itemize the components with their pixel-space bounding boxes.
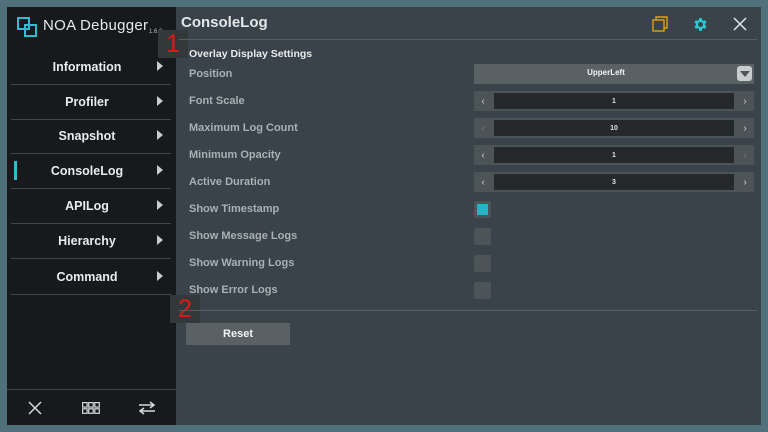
window-mode-button[interactable] <box>648 13 672 35</box>
min-opacity-label: Minimum Opacity <box>189 149 281 161</box>
close-icon <box>28 401 42 415</box>
font-scale-stepper: ‹ 1 › <box>474 91 754 111</box>
font-scale-label: Font Scale <box>189 95 245 107</box>
active-duration-field[interactable]: 3 <box>494 174 734 190</box>
page-title: ConsoleLog <box>181 14 268 31</box>
decrement-button[interactable]: ‹ <box>474 91 492 111</box>
divider <box>11 294 171 295</box>
increment-button[interactable]: › <box>736 172 754 192</box>
swap-arrows-icon <box>138 401 156 415</box>
sidebar-item-information[interactable]: Information <box>11 50 171 83</box>
increment-button[interactable]: › <box>736 91 754 111</box>
close-icon <box>733 17 747 31</box>
show-timestamp-label: Show Timestamp <box>189 203 280 215</box>
sidebar-item-hierarchy[interactable]: Hierarchy <box>11 224 171 257</box>
chevron-right-icon <box>157 200 163 210</box>
divider <box>11 258 171 259</box>
chevron-down-icon[interactable] <box>737 66 752 81</box>
sidebar-item-label: Snapshot <box>58 128 116 143</box>
position-label: Position <box>189 68 233 80</box>
chevron-right-icon <box>157 130 163 140</box>
window-icon <box>652 16 668 32</box>
position-value: UpperLeft <box>587 68 625 77</box>
show-message-logs-checkbox[interactable] <box>474 228 491 245</box>
sidebar-item-label: Information <box>52 59 122 74</box>
sidebar-item-apilog[interactable]: APILog <box>11 189 171 222</box>
active-indicator <box>14 161 17 180</box>
section-title: Overlay Display Settings <box>189 48 313 60</box>
grid-icon <box>82 402 100 414</box>
max-log-count-field[interactable]: 10 <box>494 120 734 136</box>
font-scale-field[interactable]: 1 <box>494 93 734 109</box>
position-dropdown[interactable]: UpperLeft <box>474 64 754 84</box>
debugger-window: NOA Debugger 1.6.0 1 Information Profile… <box>7 7 761 425</box>
sidebar-item-label: Command <box>56 269 118 284</box>
noa-logo-icon <box>17 17 37 37</box>
show-error-logs-label: Show Error Logs <box>189 284 278 296</box>
sidebar-item-consolelog[interactable]: ConsoleLog <box>11 154 171 187</box>
settings-divider <box>179 310 757 311</box>
sidebar-item-profiler[interactable]: Profiler <box>11 85 171 118</box>
close-window-button[interactable] <box>728 13 752 35</box>
max-log-count-stepper: ‹ 10 › <box>474 118 754 138</box>
sidebar: NOA Debugger 1.6.0 1 Information Profile… <box>7 7 200 425</box>
show-warning-logs-checkbox[interactable] <box>474 255 491 272</box>
increment-button[interactable]: › <box>736 145 754 165</box>
swap-position-button[interactable] <box>129 397 165 419</box>
chevron-right-icon <box>157 61 163 71</box>
divider <box>7 389 176 390</box>
annotation-number-2: 2 <box>170 295 200 323</box>
close-button[interactable] <box>17 397 53 419</box>
reset-button[interactable]: Reset <box>186 323 290 345</box>
chevron-right-icon <box>157 96 163 106</box>
chevron-right-icon <box>157 235 163 245</box>
min-opacity-stepper: ‹ 1 › <box>474 145 754 165</box>
active-duration-stepper: ‹ 3 › <box>474 172 754 192</box>
max-log-count-label: Maximum Log Count <box>189 122 298 134</box>
sidebar-item-command[interactable]: Command <box>11 260 171 293</box>
sidebar-item-label: Profiler <box>65 94 109 109</box>
header-divider <box>179 39 757 40</box>
chevron-right-icon <box>157 165 163 175</box>
grid-button[interactable] <box>73 397 109 419</box>
sidebar-item-label: APILog <box>65 198 109 213</box>
show-warning-logs-label: Show Warning Logs <box>189 257 295 269</box>
decrement-button[interactable]: ‹ <box>474 172 492 192</box>
show-message-logs-label: Show Message Logs <box>189 230 298 242</box>
sidebar-item-label: ConsoleLog <box>50 163 124 178</box>
increment-button[interactable]: › <box>736 118 754 138</box>
gear-icon <box>693 17 707 31</box>
settings-button[interactable] <box>688 13 712 35</box>
chevron-right-icon <box>157 271 163 281</box>
min-opacity-field[interactable]: 1 <box>494 147 734 163</box>
show-timestamp-checkbox[interactable] <box>474 201 491 218</box>
decrement-button[interactable]: ‹ <box>474 145 492 165</box>
show-error-logs-checkbox[interactable] <box>474 282 491 299</box>
sidebar-item-label: Hierarchy <box>58 233 116 248</box>
app-title: NOA Debugger <box>43 17 149 34</box>
active-duration-label: Active Duration <box>189 176 271 188</box>
decrement-button[interactable]: ‹ <box>474 118 492 138</box>
sidebar-item-snapshot[interactable]: Snapshot <box>11 119 171 152</box>
